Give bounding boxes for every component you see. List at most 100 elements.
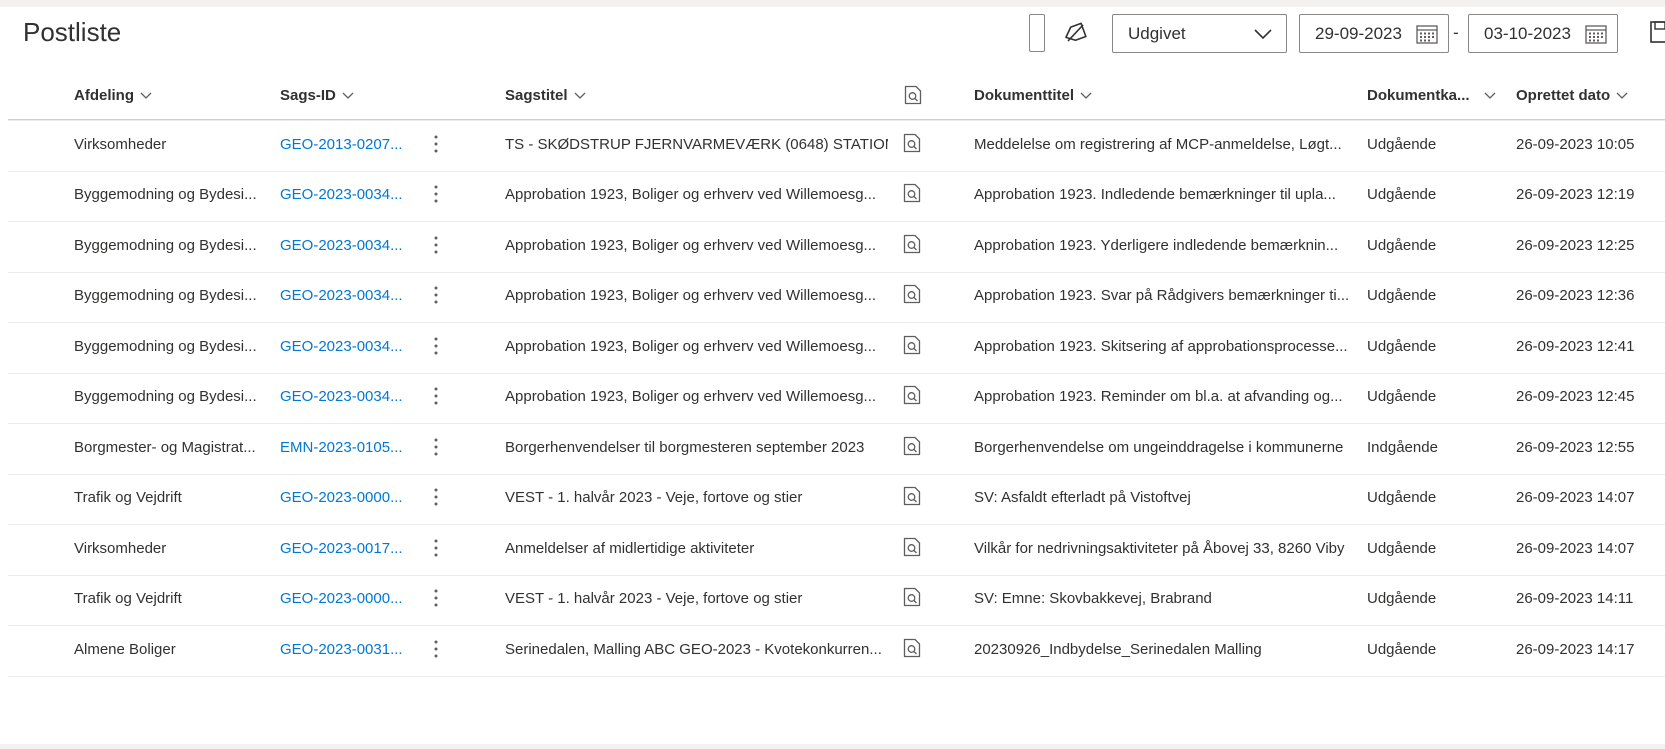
more-actions-icon[interactable] bbox=[432, 537, 440, 559]
column-header-dokumenttitel[interactable]: Dokumenttitel bbox=[974, 87, 1092, 104]
cell-oprettet-dato: 26-09-2023 12:45 bbox=[1516, 388, 1635, 405]
more-actions-icon[interactable] bbox=[432, 335, 440, 357]
cell-dokumenttitel: SV: Emne: Skovbakkevej, Brabrand bbox=[974, 590, 1212, 607]
document-preview-icon[interactable] bbox=[903, 182, 921, 204]
more-actions-icon[interactable] bbox=[432, 385, 440, 407]
cell-dokumenttitel: Approbation 1923. Indledende bemærkninge… bbox=[974, 186, 1336, 203]
column-header-afdeling[interactable]: Afdeling bbox=[74, 87, 152, 104]
table-row[interactable]: Trafik og Vejdrift GEO-2023-0000... VEST -… bbox=[8, 472, 1665, 525]
calendar-icon[interactable] bbox=[1416, 24, 1438, 44]
case-id-link[interactable]: GEO-2023-0000... bbox=[280, 489, 408, 506]
cell-dokumenttitel: SV: Asfaldt efterladt på Vistoftvej bbox=[974, 489, 1191, 506]
chevron-down-icon bbox=[342, 92, 354, 99]
case-id-link[interactable]: GEO-2023-0031... bbox=[280, 641, 408, 658]
cell-afdeling: Trafik og Vejdrift bbox=[74, 590, 182, 607]
more-actions-icon[interactable] bbox=[432, 133, 440, 155]
cell-sagstitel: Anmeldelser af midlertidige aktiviteter bbox=[505, 539, 755, 557]
more-actions-icon[interactable] bbox=[432, 436, 440, 458]
cell-sagstitel: Approbation 1923, Boliger og erhverv ved… bbox=[505, 287, 877, 304]
document-preview-icon[interactable] bbox=[903, 384, 921, 406]
date-from-value: 29-09-2023 bbox=[1315, 24, 1402, 43]
chevron-down-icon bbox=[574, 92, 585, 99]
cell-afdeling: Almene Boliger bbox=[74, 640, 176, 658]
document-preview-icon[interactable] bbox=[903, 485, 921, 507]
bottom-strip bbox=[0, 744, 1665, 749]
case-id-link[interactable]: GEO-2023-0017... bbox=[280, 540, 408, 557]
top-strip bbox=[0, 0, 1665, 7]
more-actions-icon[interactable] bbox=[432, 486, 440, 508]
more-actions-icon[interactable] bbox=[432, 234, 440, 256]
document-preview-icon[interactable] bbox=[903, 536, 921, 558]
cell-sagstitel: VEST - 1. halvår 2023 - Veje, fortove og… bbox=[505, 489, 803, 506]
chevron-down-icon bbox=[1616, 92, 1628, 99]
more-actions-icon[interactable] bbox=[432, 284, 440, 306]
cell-oprettet-dato: 26-09-2023 12:55 bbox=[1516, 438, 1635, 456]
table-row[interactable]: Byggemodning og Bydesi... GEO-2023-0034..… bbox=[8, 321, 1665, 374]
table-row[interactable]: Borgmester- og Magistrat... EMN-2023-0105… bbox=[8, 422, 1665, 475]
document-preview-icon[interactable] bbox=[903, 283, 921, 305]
case-id-link[interactable]: GEO-2023-0034... bbox=[280, 186, 408, 203]
table-row[interactable]: Almene Boliger GEO-2023-0031... Serinedale… bbox=[8, 624, 1665, 677]
document-search-icon bbox=[904, 85, 922, 105]
cell-oprettet-dato: 26-09-2023 14:17 bbox=[1516, 640, 1635, 658]
cell-sagstitel: VEST - 1. halvår 2023 - Veje, fortove og… bbox=[505, 590, 803, 607]
column-header-sags-id[interactable]: Sags-ID bbox=[280, 87, 354, 104]
case-id-link[interactable]: GEO-2023-0034... bbox=[280, 338, 408, 355]
cell-oprettet-dato: 26-09-2023 12:41 bbox=[1516, 337, 1635, 355]
cell-dokumenttitel: Borgerhenvendelse om ungeinddragelse i k… bbox=[974, 438, 1344, 456]
table-row[interactable]: Byggemodning og Bydesi... GEO-2023-0034..… bbox=[8, 270, 1665, 323]
cell-afdeling: Borgmester- og Magistrat... bbox=[74, 438, 256, 456]
cell-afdeling: Trafik og Vejdrift bbox=[74, 489, 182, 506]
calendar-icon[interactable] bbox=[1585, 24, 1607, 44]
cell-dokumentkategori: Udgående bbox=[1367, 489, 1437, 506]
table-row[interactable]: Byggemodning og Bydesi... GEO-2023-0034..… bbox=[8, 371, 1665, 424]
search-input[interactable] bbox=[1029, 14, 1045, 52]
date-from-field[interactable]: 29-09-2023 bbox=[1299, 14, 1449, 53]
clear-filter-icon[interactable] bbox=[1062, 22, 1088, 44]
table-header: Afdeling Sags-ID Sagstitel Dokumenttitel… bbox=[8, 74, 1665, 120]
column-header-label: Dokumenttitel bbox=[974, 87, 1075, 104]
status-select[interactable]: Udgivet bbox=[1112, 14, 1287, 53]
table-row[interactable]: Trafik og Vejdrift GEO-2023-0000... VEST -… bbox=[8, 573, 1665, 626]
column-header-label: Afdeling bbox=[74, 87, 134, 104]
cell-sagstitel: Approbation 1923, Boliger og erhverv ved… bbox=[505, 388, 877, 405]
cell-dokumentkategori: Udgående bbox=[1367, 640, 1437, 658]
cell-oprettet-dato: 26-09-2023 12:25 bbox=[1516, 236, 1635, 254]
cell-dokumentkategori: Udgående bbox=[1367, 135, 1437, 153]
save-icon[interactable] bbox=[1649, 20, 1665, 44]
column-header-oprettet-dato[interactable]: Oprettet dato bbox=[1516, 87, 1628, 104]
cell-dokumentkategori: Udgående bbox=[1367, 236, 1437, 254]
cell-dokumenttitel: Approbation 1923. Svar på Rådgivers bemæ… bbox=[974, 287, 1350, 304]
document-preview-icon[interactable] bbox=[903, 334, 921, 356]
column-header-sagstitel[interactable]: Sagstitel bbox=[505, 87, 586, 104]
status-select-value: Udgivet bbox=[1128, 24, 1186, 43]
date-to-field[interactable]: 03-10-2023 bbox=[1468, 14, 1618, 53]
case-id-link[interactable]: GEO-2013-0207... bbox=[280, 136, 408, 153]
document-preview-icon[interactable] bbox=[903, 132, 921, 154]
more-actions-icon[interactable] bbox=[432, 183, 440, 205]
table-row[interactable]: Virksomheder GEO-2023-0017... Anmeldelser … bbox=[8, 523, 1665, 576]
cell-dokumentkategori: Udgående bbox=[1367, 287, 1437, 304]
table-row[interactable]: Byggemodning og Bydesi... GEO-2023-0034..… bbox=[8, 220, 1665, 273]
more-actions-icon[interactable] bbox=[432, 587, 440, 609]
document-preview-icon[interactable] bbox=[903, 586, 921, 608]
cell-afdeling: Byggemodning og Bydesi... bbox=[74, 186, 257, 203]
case-id-link[interactable]: EMN-2023-0105... bbox=[280, 439, 408, 456]
column-header-dokumentkategori[interactable]: Dokumentka... bbox=[1367, 87, 1496, 104]
document-preview-icon[interactable] bbox=[903, 435, 921, 457]
cell-dokumentkategori: Udgående bbox=[1367, 186, 1437, 203]
case-id-link[interactable]: GEO-2023-0034... bbox=[280, 388, 408, 405]
document-preview-icon[interactable] bbox=[903, 637, 921, 659]
document-preview-icon[interactable] bbox=[903, 233, 921, 255]
case-id-link[interactable]: GEO-2023-0034... bbox=[280, 237, 408, 254]
more-actions-icon[interactable] bbox=[432, 638, 440, 660]
date-to-value: 03-10-2023 bbox=[1484, 24, 1571, 43]
cell-oprettet-dato: 26-09-2023 14:11 bbox=[1516, 590, 1634, 607]
table-row[interactable]: Virksomheder GEO-2013-0207... TS - SKØDSTR… bbox=[8, 119, 1665, 172]
case-id-link[interactable]: GEO-2023-0000... bbox=[280, 590, 408, 607]
cell-dokumenttitel: Approbation 1923. Yderligere indledende … bbox=[974, 236, 1339, 254]
cell-sagstitel: Approbation 1923, Boliger og erhverv ved… bbox=[505, 186, 877, 203]
case-id-link[interactable]: GEO-2023-0034... bbox=[280, 287, 408, 304]
table-row[interactable]: Byggemodning og Bydesi... GEO-2023-0034..… bbox=[8, 169, 1665, 222]
cell-sagstitel: Serinedalen, Malling ABC GEO-2023 - Kvot… bbox=[505, 640, 882, 658]
